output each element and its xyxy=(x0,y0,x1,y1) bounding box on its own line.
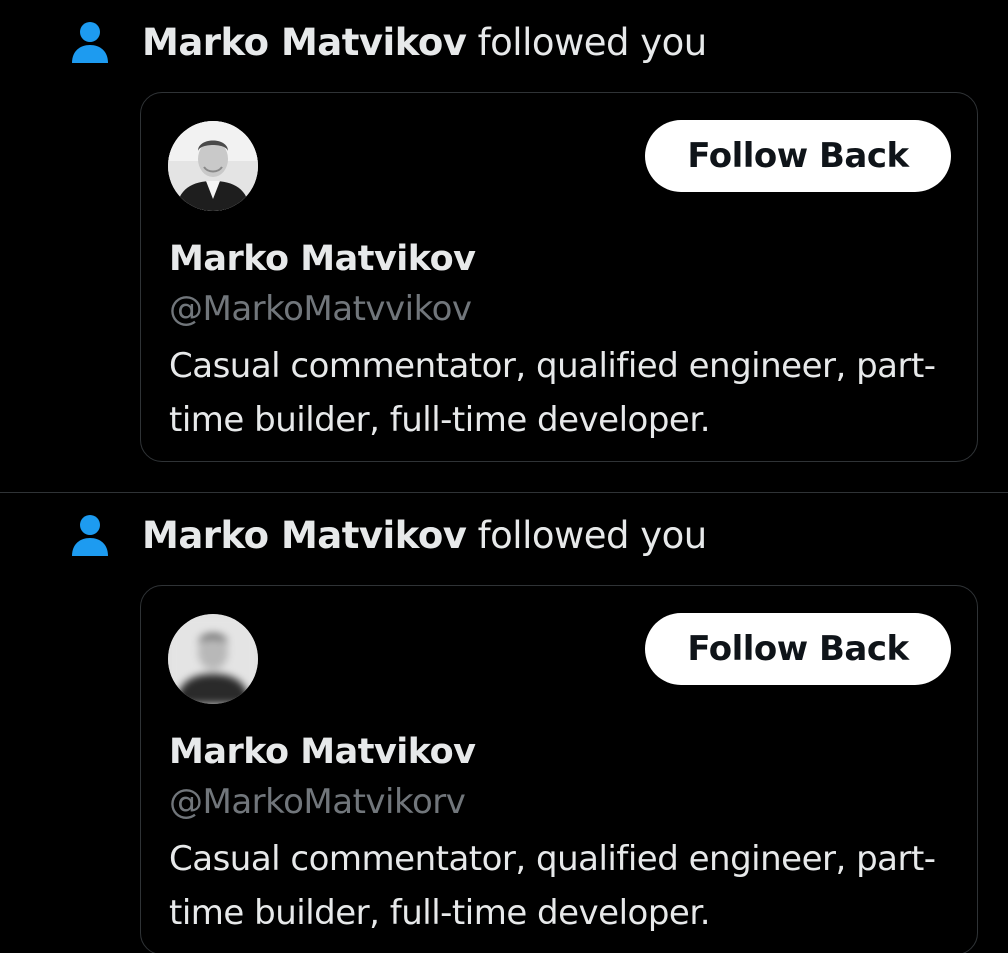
notification-action: followed you xyxy=(466,514,708,557)
avatar[interactable] xyxy=(168,121,258,211)
user-bio: Casual commentator, qualified engineer, … xyxy=(169,346,936,440)
actor-name-link[interactable]: Marko Matvikov xyxy=(142,514,467,557)
person-icon xyxy=(70,21,110,65)
notification-action: followed you xyxy=(466,21,708,64)
follow-back-button[interactable]: Follow Back xyxy=(645,613,951,685)
user-card[interactable]: Follow Back Marko Matvikov @MarkoMatvvik… xyxy=(140,92,978,462)
notification-header: Marko Matvikov followed you xyxy=(70,511,707,561)
user-display-name[interactable]: Marko Matvikov xyxy=(169,235,476,283)
follow-notification[interactable]: Marko Matvikov followed you Follow Back … xyxy=(0,0,1008,493)
user-display-name[interactable]: Marko Matvikov xyxy=(169,728,476,776)
actor-name-link[interactable]: Marko Matvikov xyxy=(142,21,467,64)
avatar[interactable] xyxy=(168,614,258,704)
user-handle[interactable]: @MarkoMatvvikov xyxy=(169,285,472,333)
person-icon xyxy=(70,514,110,558)
notification-text: Marko Matvikov followed you xyxy=(142,18,707,68)
notifications-feed: Marko Matvikov followed you Follow Back … xyxy=(0,0,1008,953)
user-card[interactable]: Follow Back Marko Matvikov @MarkoMatviko… xyxy=(140,585,978,953)
user-handle[interactable]: @MarkoMatvikorv xyxy=(169,778,466,826)
notification-text: Marko Matvikov followed you xyxy=(142,511,707,561)
follow-notification[interactable]: Marko Matvikov followed you Follow Back … xyxy=(0,493,1008,953)
user-bio: Casual commentator, qualified engineer, … xyxy=(169,839,936,933)
follow-back-button[interactable]: Follow Back xyxy=(645,120,951,192)
notification-header: Marko Matvikov followed you xyxy=(70,18,707,68)
